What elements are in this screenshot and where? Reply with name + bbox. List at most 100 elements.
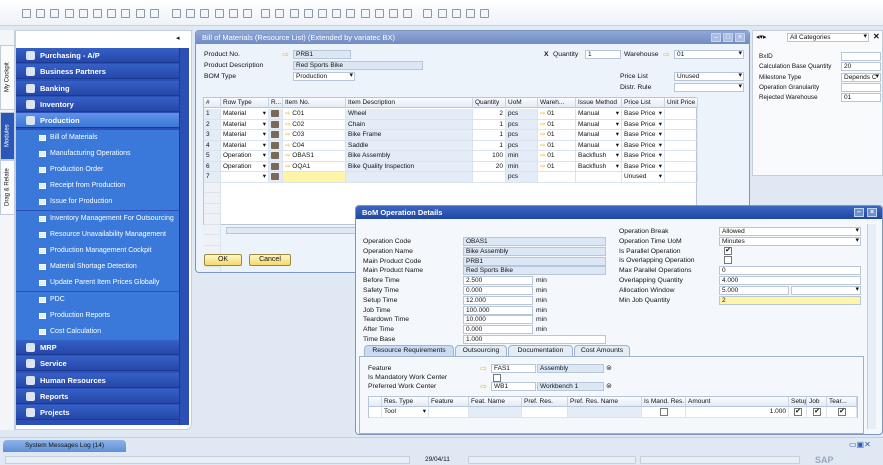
grid-cell[interactable]: Material ▾ (221, 109, 269, 120)
cancel-button[interactable]: Cancel (249, 254, 291, 266)
send-email-icon[interactable] (107, 9, 117, 18)
send-sms-icon[interactable] (121, 9, 131, 18)
grid-cell[interactable] (269, 109, 283, 120)
last-record-icon[interactable] (228, 9, 238, 18)
grid-cell[interactable] (429, 407, 469, 418)
next-record-icon[interactable] (214, 9, 224, 18)
grid-cell[interactable] (269, 172, 283, 183)
grid-cell[interactable]: Base Price ▾ (622, 151, 665, 162)
grid-cell[interactable]: ⇨ 01 (538, 109, 576, 120)
grid-cell[interactable]: pcs (506, 140, 538, 151)
grid-cell[interactable]: ⇨ OBAS1 (283, 151, 346, 162)
export-excel-icon[interactable] (93, 9, 102, 18)
grid-cell[interactable]: 1.000 (686, 407, 789, 418)
sidebar-item-pdc[interactable]: PDC (16, 291, 179, 308)
column-header[interactable]: Tear... (827, 397, 857, 407)
sidebar-item-cost-calculation[interactable]: Cost Calculation (16, 323, 179, 340)
list-icon[interactable]: ⊜ (606, 382, 612, 390)
dropdown-icon[interactable]: ▾ (659, 151, 662, 161)
op-field[interactable]: 0.000 (463, 286, 533, 295)
grid-checkbox[interactable]: ✔ (838, 408, 846, 416)
grid-cell[interactable]: Operation ▾ (221, 161, 269, 172)
grid-cell[interactable] (538, 172, 576, 183)
grid-cell[interactable]: pcs (506, 119, 538, 130)
column-header[interactable]: Pref. Res. Name (568, 397, 642, 407)
list-icon[interactable]: ⊜ (606, 364, 612, 372)
grid-cell[interactable]: ⇨ 01 (538, 140, 576, 151)
tab-documentation[interactable]: Documentation (508, 345, 573, 356)
dropdown-icon[interactable]: ▾ (263, 130, 266, 140)
dropdown-icon[interactable]: ▾ (659, 109, 662, 119)
module-production[interactable]: Production (16, 113, 179, 129)
grid-checkbox[interactable]: ✔ (794, 408, 802, 416)
tab-cost-amounts[interactable]: Cost Amounts (574, 345, 630, 356)
close-button[interactable]: × (867, 208, 877, 217)
grid-cell[interactable]: Backflush ▾ (576, 161, 622, 172)
grid-cell[interactable] (665, 172, 698, 183)
grid-cell[interactable]: ✔ (807, 407, 827, 418)
dropdown-icon[interactable]: ▾ (659, 130, 662, 140)
column-header[interactable]: Wareh... (538, 98, 576, 108)
product-desc-field[interactable]: Red Sports Bike (293, 61, 423, 70)
grid-cell[interactable]: ✔ (789, 407, 807, 418)
form-settings-icon[interactable] (389, 9, 398, 18)
column-header[interactable]: Row Type (221, 98, 269, 108)
grid-cell[interactable]: Bike Assembly (346, 151, 473, 162)
grid-cell[interactable] (269, 140, 283, 151)
export-pdf-icon[interactable] (78, 9, 88, 18)
sidebar-item-update-parent-item-prices-globally[interactable]: Update Parent Item Prices Globally (16, 275, 179, 292)
column-header[interactable]: Is Mand. Res. (642, 397, 686, 407)
grid-checkbox[interactable]: ✔ (813, 408, 821, 416)
grid-cell[interactable]: ✔ (827, 407, 857, 418)
payment-means-icon[interactable] (332, 9, 342, 18)
find-icon[interactable] (172, 9, 181, 18)
module-mrp[interactable]: MRP (16, 340, 179, 356)
grid-checkbox[interactable] (660, 408, 668, 416)
grid-cell[interactable]: Operation ▾ (221, 151, 269, 162)
dropdown-icon[interactable]: ▾ (263, 141, 266, 151)
module-human-resources[interactable]: Human Resources (16, 372, 179, 388)
mandatory-wc-checkbox[interactable] (493, 374, 501, 382)
op-field[interactable]: 2.500 (463, 276, 533, 286)
grid-cell[interactable] (665, 140, 698, 151)
grid-cell[interactable]: ⇨ C04 (283, 140, 346, 151)
sidebar-item-inventory-management-for-outsourcing[interactable]: Inventory Management For Outsourcing (16, 210, 179, 227)
grid-cell[interactable] (269, 151, 283, 162)
grid-cell[interactable]: 100 (473, 151, 506, 162)
op-field[interactable]: 2 (719, 295, 861, 305)
window-tile-icon[interactable] (466, 9, 475, 18)
category-select[interactable]: All Categories (787, 33, 869, 42)
column-header[interactable]: UoM (506, 98, 538, 108)
bom-type-select[interactable]: Production (293, 72, 355, 81)
sort-icon[interactable] (275, 9, 285, 18)
grid-cell[interactable] (283, 172, 346, 183)
dropdown-icon[interactable]: ▾ (616, 141, 619, 151)
column-header[interactable]: # (204, 98, 221, 108)
print-preview-icon[interactable] (50, 9, 60, 18)
warehouse-select[interactable]: 01 (674, 50, 744, 59)
column-header[interactable]: Amount (686, 397, 789, 407)
dropdown-icon[interactable]: ▾ (659, 120, 662, 130)
grid-cell[interactable]: pcs (506, 172, 538, 183)
dropdown-icon[interactable]: ▾ (263, 162, 266, 172)
grid-cell[interactable] (469, 407, 522, 418)
sidebar-item-production-management-cockpit[interactable]: Production Management Cockpit (16, 242, 179, 259)
calendar-icon[interactable] (437, 9, 447, 18)
op-checkbox[interactable]: ✔ (724, 246, 732, 255)
grid-cell[interactable] (369, 407, 382, 418)
grid-cell[interactable] (346, 172, 473, 183)
udf-field[interactable]: 01 (841, 93, 881, 103)
module-purchasing-a-p[interactable]: Purchasing - A/P (16, 48, 179, 63)
journal-icon[interactable] (346, 9, 356, 18)
x-icon[interactable]: X (544, 51, 549, 58)
grid-cell[interactable]: 1 (473, 119, 506, 130)
grid-cell[interactable]: ⇨ 01 (538, 130, 576, 141)
system-messages-log-tab[interactable]: System Messages Log (14) (3, 440, 126, 452)
product-no-field[interactable]: PRB1 (293, 50, 351, 59)
op-field[interactable]: 100.000 (463, 305, 533, 315)
grid-cell[interactable]: min (506, 161, 538, 172)
udf-field[interactable]: Depends C (841, 72, 881, 82)
sidebar-item-bill-of-materials[interactable]: Bill of Materials (16, 129, 179, 146)
column-header[interactable]: Feat. Name (469, 397, 522, 407)
op-field[interactable]: 0 (719, 266, 861, 276)
